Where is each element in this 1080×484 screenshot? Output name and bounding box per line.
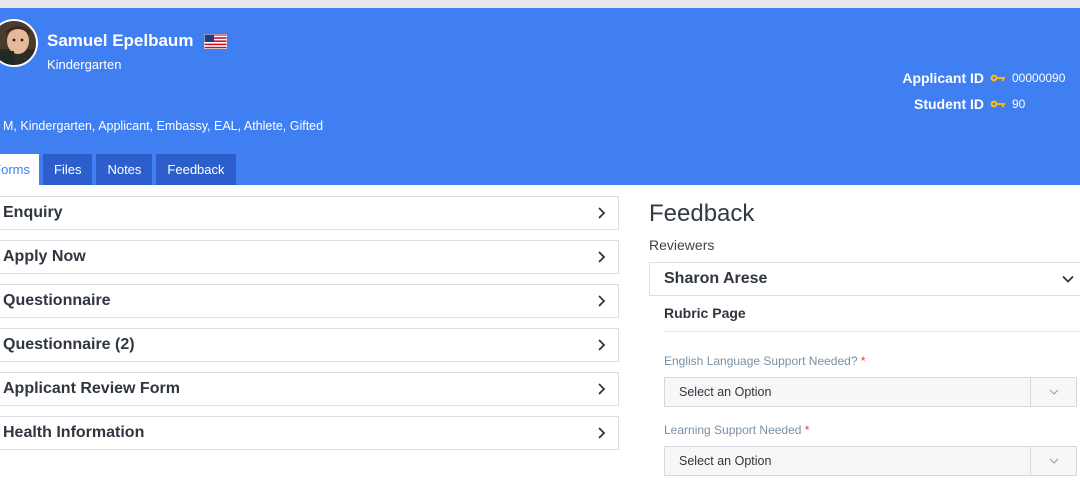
chevron-right-icon: [598, 207, 606, 219]
question-label-learning-support: Learning Support Needed *: [664, 423, 809, 437]
applicant-id-row: Applicant ID 00000090: [902, 65, 1068, 91]
english-support-select[interactable]: Select an Option: [664, 377, 1077, 407]
applicant-id-value: 00000090: [1012, 71, 1066, 85]
form-item-label: Questionnaire: [3, 292, 111, 309]
profile-tabs: Forms Files Notes Feedback: [0, 154, 240, 185]
select-toggle[interactable]: [1030, 447, 1076, 475]
form-item-questionnaire-2[interactable]: Questionnaire (2): [0, 328, 619, 362]
tab-label: Forms: [0, 162, 30, 177]
tab-notes[interactable]: Notes: [96, 154, 153, 185]
form-item-enquiry[interactable]: Enquiry: [0, 196, 619, 230]
select-value: Select an Option: [679, 454, 772, 468]
tab-label: Feedback: [167, 162, 225, 177]
reviewer-dropdown[interactable]: Sharon Arese: [649, 262, 1080, 296]
avatar[interactable]: [0, 19, 38, 67]
form-item-label: Health Information: [3, 424, 145, 441]
form-item-apply-now[interactable]: Apply Now: [0, 240, 619, 274]
chevron-right-icon: [598, 251, 606, 263]
reviewer-name: Sharon Arese: [664, 270, 768, 287]
key-icon: [990, 74, 1005, 82]
form-item-questionnaire[interactable]: Questionnaire: [0, 284, 619, 318]
question-text: Learning Support Needed: [664, 423, 802, 437]
chevron-right-icon: [598, 427, 606, 439]
tab-label: Notes: [107, 162, 142, 177]
divider: [664, 331, 1080, 332]
chevron-down-icon: [1049, 389, 1058, 395]
student-id-value: 90: [1012, 97, 1026, 111]
forms-list: Enquiry Apply Now Questionnaire Question…: [0, 196, 619, 460]
chevron-right-icon: [598, 295, 606, 307]
tab-forms[interactable]: Forms: [0, 154, 39, 185]
form-item-label: Applicant Review Form: [3, 380, 180, 397]
chevron-right-icon: [598, 383, 606, 395]
applicant-id-label: Applicant ID: [902, 70, 984, 86]
rubric-page-title: Rubric Page: [664, 305, 746, 321]
question-label-english-support: English Language Support Needed? *: [664, 354, 866, 368]
id-panel: Applicant ID 00000090 Student ID 90: [902, 65, 1068, 117]
chevron-right-icon: [598, 339, 606, 351]
profile-header: Samuel Epelbaum Kindergarten M, Kinderga…: [0, 8, 1080, 185]
top-border: [0, 0, 1080, 8]
tab-label: Files: [54, 162, 82, 177]
student-id-row: Student ID 90: [902, 91, 1068, 117]
chevron-down-icon: [1049, 458, 1058, 464]
form-item-applicant-review[interactable]: Applicant Review Form: [0, 372, 619, 406]
feedback-title: Feedback: [649, 200, 755, 227]
student-grade: Kindergarten: [47, 57, 122, 72]
form-item-label: Questionnaire (2): [3, 336, 135, 353]
key-icon: [990, 100, 1005, 108]
learning-support-select[interactable]: Select an Option: [664, 446, 1077, 476]
select-value: Select an Option: [679, 385, 772, 399]
required-marker: *: [804, 423, 810, 437]
chevron-down-icon: [1062, 275, 1074, 283]
form-item-label: Apply Now: [3, 248, 86, 265]
tab-files[interactable]: Files: [43, 154, 93, 185]
form-item-label: Enquiry: [3, 204, 63, 221]
select-toggle[interactable]: [1030, 378, 1076, 406]
reviewers-label: Reviewers: [649, 237, 715, 253]
question-text: English Language Support Needed?: [664, 354, 858, 368]
tab-feedback[interactable]: Feedback: [156, 154, 236, 185]
required-marker: *: [860, 354, 866, 368]
student-tags: M, Kindergarten, Applicant, Embassy, EAL…: [3, 119, 324, 133]
student-id-label: Student ID: [914, 96, 984, 112]
student-name: Samuel Epelbaum: [47, 31, 194, 50]
us-flag-icon: [204, 34, 227, 49]
form-item-health-information[interactable]: Health Information: [0, 416, 619, 450]
